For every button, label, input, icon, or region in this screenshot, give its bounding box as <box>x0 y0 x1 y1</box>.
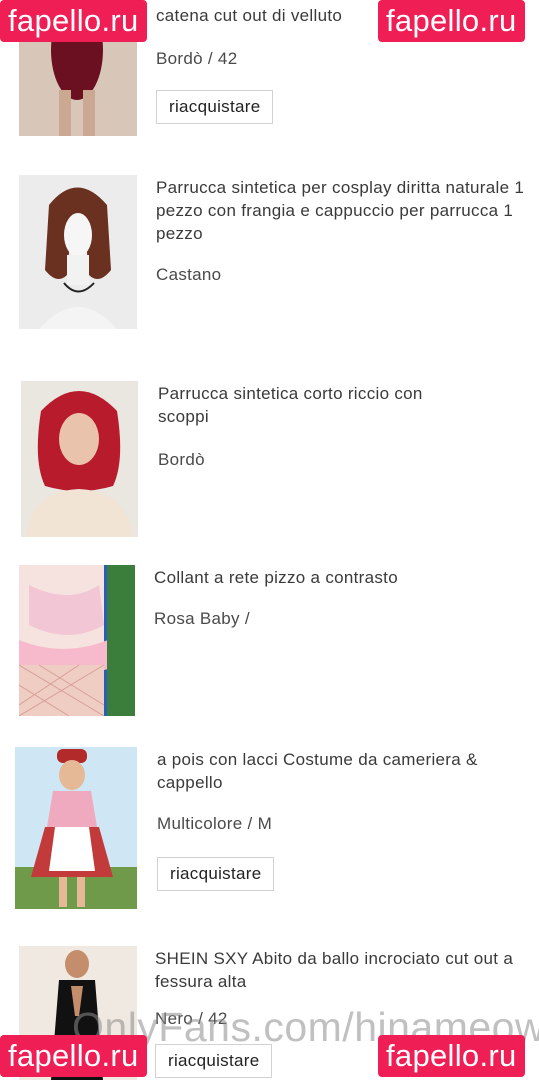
product-variant: Bordò / 42 <box>156 49 238 68</box>
watermark-badge-top-right: fapello.ru <box>378 0 525 42</box>
product-title[interactable]: a pois con lacci Costume da cameriera & … <box>157 748 527 794</box>
watermark-badge-top-left: fapello.ru <box>0 0 147 42</box>
product-photo-brown-wig <box>19 175 137 329</box>
product-variant: Rosa Baby / <box>154 609 250 628</box>
product-photo-red-curly-wig <box>21 381 138 537</box>
product-variant: Multicolore / M <box>157 814 273 833</box>
product-title[interactable]: SHEIN SXY Abito da ballo incrociato cut … <box>155 947 525 993</box>
product-title[interactable]: Parrucca sintetica corto riccio con scop… <box>158 382 458 428</box>
product-title[interactable]: Parrucca sintetica per cosplay diritta n… <box>156 176 526 245</box>
watermark-badge-bottom-left: fapello.ru <box>0 1035 147 1077</box>
watermark-badge-bottom-right: fapello.ru <box>378 1035 525 1077</box>
product-title[interactable]: Collant a rete pizzo a contrasto <box>154 566 524 589</box>
product-image[interactable] <box>19 175 137 329</box>
product-image[interactable] <box>15 747 137 909</box>
product-variant: Castano <box>156 265 222 284</box>
rebuy-button[interactable]: riacquistare <box>156 90 274 124</box>
product-photo-lace-fishnet-tights <box>19 565 135 716</box>
product-variant: Bordò <box>158 450 205 469</box>
rebuy-button[interactable]: riacquistare <box>157 857 275 891</box>
product-image[interactable] <box>21 381 138 537</box>
product-image[interactable] <box>19 565 135 716</box>
product-photo-maid-costume <box>15 747 137 909</box>
